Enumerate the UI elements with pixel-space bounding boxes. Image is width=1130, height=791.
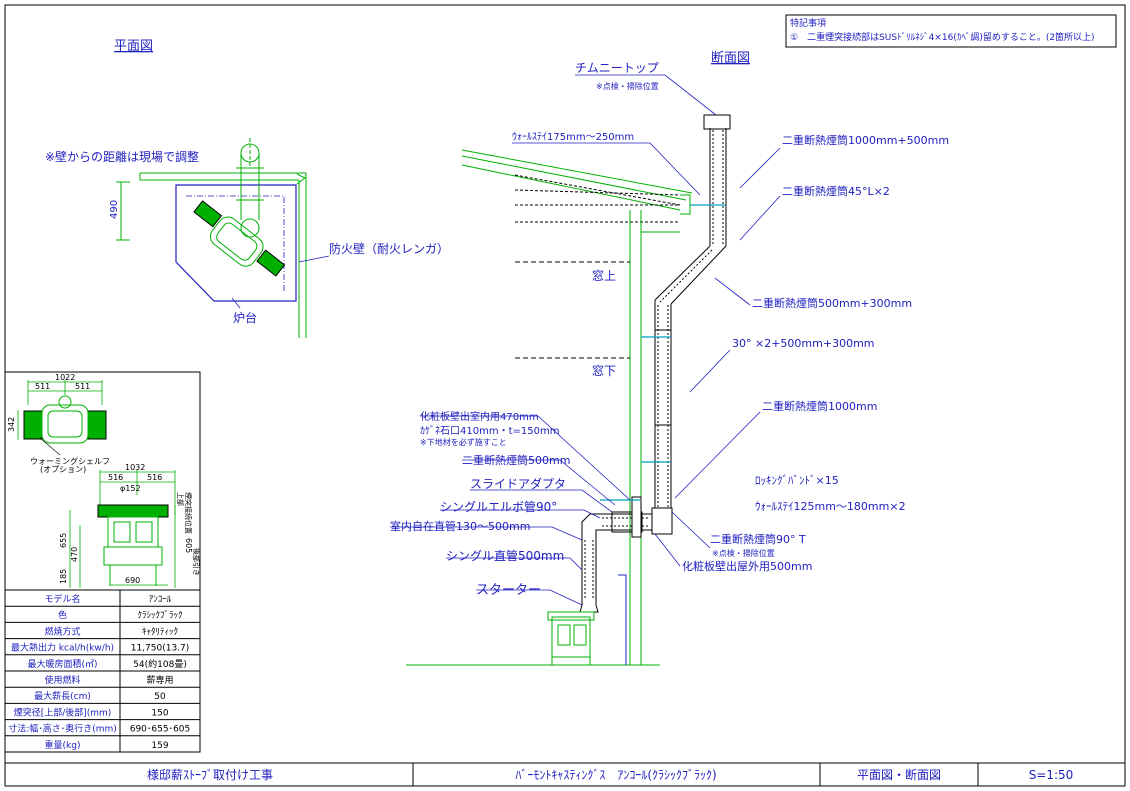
label-locking-band: ﾛｯｷﾝｸﾞﾊﾞﾝﾄﾞ×15 [755, 474, 839, 487]
label-wall-outside-500: 化粧板壁出屋外用500mm [682, 559, 812, 573]
front-h655: 655 [59, 533, 68, 548]
title-scale: S=1:50 [1029, 768, 1074, 782]
cad-drawing-sheet: 特記事項 ① 二重煙突接続部はSUSﾄﾞﾘﾙﾈｼﾞ4×16(ｶﾍﾞ調)留めするこ… [0, 0, 1130, 791]
window-lower: 窓下 [592, 363, 616, 378]
label-pipe-500: 二重断熱煙筒500mm [462, 453, 570, 467]
label-pipe-1000-500: 二重断熱煙筒1000mm+500mm [782, 133, 949, 147]
spec-value: ｷｬﾀﾘﾃｨｯｸ [142, 626, 178, 637]
label-tee-90: 二重断熱煙筒90° T [710, 532, 806, 546]
spec-value: 150 [151, 708, 168, 718]
label-single-elbow: シングルエルボ管90° [440, 499, 557, 514]
label-single-straight: シングル直管500mm [446, 548, 564, 563]
spec-value: ｸﾗｼｯｸﾌﾞﾗｯｸ [137, 610, 182, 621]
front-flue: φ152 [120, 484, 141, 493]
dim-490-label: 490 [109, 200, 120, 219]
top-right: 511 [75, 382, 90, 391]
label-angle-30: 30° ×2+500mm+300mm [732, 337, 875, 350]
label-wall-stay-bottom: ｳｫｰﾙｽﾃｲ125mm～180mm×2 [755, 500, 906, 513]
spec-label: 最大暖房面積(㎡) [27, 658, 97, 670]
spec-label: 最大薪長(cm) [34, 690, 91, 702]
front-side-label-3: 後部引き [192, 548, 201, 576]
spec-value: 159 [151, 741, 168, 751]
spec-label: 色 [58, 609, 67, 621]
label-pipe-500-300: 二重断熱煙筒500mm+300mm [752, 296, 912, 310]
hearth-label: 炉台 [233, 310, 257, 325]
section-title: 断面図 [711, 51, 750, 66]
top-total: 1022 [55, 373, 75, 382]
spec-value: 薪専用 [146, 674, 173, 686]
firewall-label: 防火壁（耐火レンガ） [329, 241, 449, 256]
title-drawing: 平面図・断面図 [857, 767, 941, 782]
label-elbow-45: 二重断熱煙筒45°L×2 [782, 184, 890, 198]
spec-label: 寸法:幅･高さ･奥行き(mm) [8, 723, 117, 735]
spec-label: 最大熱出力 kcal/h(kw/h) [11, 642, 114, 654]
label-wall-stay-top: ｳｫｰﾙｽﾃｲ175mm～250mm [512, 131, 634, 143]
front-total: 1032 [125, 463, 145, 472]
front-right: 516 [147, 473, 162, 482]
label-tee-note: ※点検・掃除位置 [712, 548, 775, 558]
label-chimney-top-note: ※点検・掃除位置 [596, 81, 659, 91]
label-stone-410: ｶｹﾞﾈ石口410mm・t=150mm [420, 425, 559, 437]
spec-value: 54(約108畳) [133, 658, 187, 670]
title-project: 様邸薪ｽﾄｰﾌﾞ取付け工事 [147, 768, 273, 782]
spec-value: ｱﾝｺｰﾙ [149, 595, 172, 605]
label-pipe-1000: 二重断熱煙筒1000mm [762, 399, 877, 413]
front-h470: 470 [70, 547, 79, 562]
front-side-label-2: 煙突接続位置 [184, 492, 193, 534]
top-left: 511 [35, 382, 50, 391]
top-depth: 342 [7, 417, 16, 432]
plan-title: 平面図 [114, 39, 153, 54]
spec-label: 重量(kg) [45, 739, 81, 751]
label-wall-inside-470: 化粧板壁出室内用470mm [420, 410, 539, 423]
spec-value: 50 [154, 692, 166, 702]
wall-distance-note: ※壁からの距離は現場で調整 [45, 149, 199, 164]
notes-item: ① 二重煙突接続部はSUSﾄﾞﾘﾙﾈｼﾞ4×16(ｶﾍﾞ調)留めすること。(2箇… [790, 31, 1095, 43]
front-left: 516 [108, 473, 123, 482]
label-sub-note: ※下地材を必ず施すこと [420, 437, 507, 447]
front-width: 690 [125, 576, 140, 585]
label-chimney-top: チムニートップ [575, 61, 659, 75]
spec-label: 煙突径[上部/後部](mm) [14, 706, 112, 718]
label-slide-adapter: スライドアダプタ [470, 476, 566, 491]
spec-value: 690･655･605 [130, 725, 191, 735]
spec-label: 燃焼方式 [44, 625, 80, 637]
spec-label: 使用燃料 [44, 674, 80, 686]
front-side-label-1: 上部 [176, 492, 185, 506]
shelf-option: (オプション) [40, 465, 86, 474]
label-starter: スターター [476, 583, 541, 598]
title-product: ﾊﾞｰﾓﾝﾄｷｬｽﾃｨﾝｸﾞｽ ｱﾝｺｰﾙ(ｸﾗｼｯｸﾌﾞﾗｯｸ) [515, 768, 716, 782]
spec-label: モデル名 [44, 593, 80, 605]
spec-value: 11,750(13.7) [131, 644, 190, 654]
notes-heading: 特記事項 [790, 17, 826, 29]
window-upper: 窓上 [592, 268, 616, 283]
front-side-h605: 605 [184, 538, 193, 553]
front-h185: 185 [59, 569, 68, 584]
label-indoor-pipe: 室内自在直管130～500mm [390, 519, 530, 533]
